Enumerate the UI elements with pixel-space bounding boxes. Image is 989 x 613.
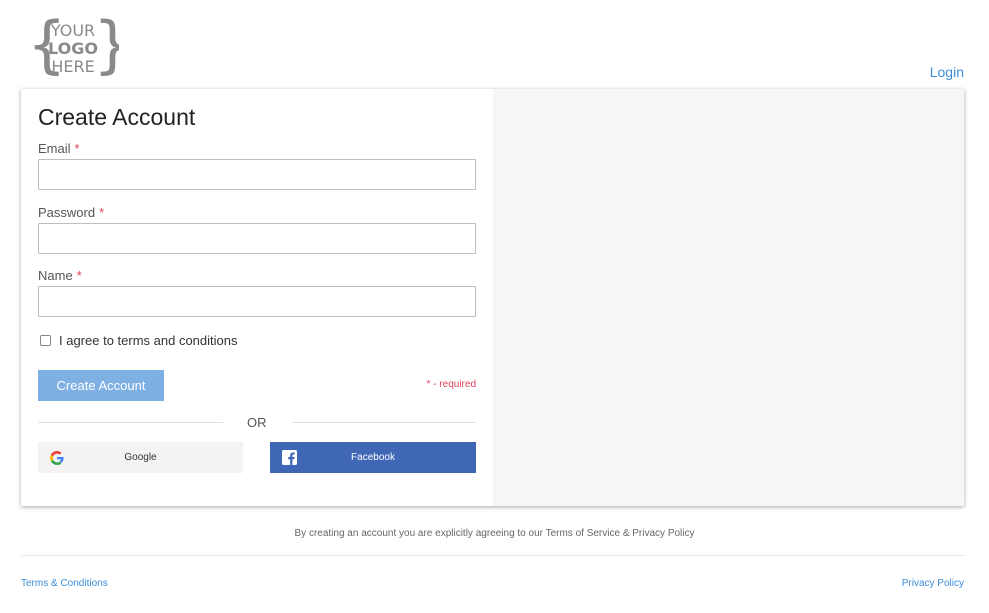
- password-field[interactable]: [38, 223, 476, 254]
- signup-form: Create Account Email * Password * Name * I …: [21, 89, 493, 506]
- page: { } YOUR LOGO HERE Login Create Account …: [0, 0, 989, 613]
- name-label-text: Name: [38, 268, 73, 283]
- agreement-text: By creating an account you are explicitl…: [294, 528, 695, 539]
- email-field[interactable]: [38, 159, 476, 190]
- divider-right: [292, 422, 476, 423]
- required-marker: *: [74, 141, 80, 156]
- signup-card: Create Account Email * Password * Name * I …: [21, 89, 964, 506]
- or-divider-label: OR: [247, 415, 267, 430]
- footer-divider: [21, 555, 964, 556]
- email-label-text: Email: [38, 141, 71, 156]
- privacy-policy-link[interactable]: Privacy Policy: [902, 578, 964, 589]
- divider-left: [38, 422, 223, 423]
- svg-text:YOUR: YOUR: [50, 21, 95, 40]
- facebook-button-label: Facebook: [351, 452, 395, 463]
- password-label: Password *: [38, 205, 104, 220]
- create-account-button[interactable]: Create Account: [38, 370, 164, 401]
- facebook-signup-button[interactable]: Facebook: [270, 442, 476, 473]
- svg-text:HERE: HERE: [51, 57, 94, 76]
- google-button-label: Google: [124, 452, 157, 463]
- page-title: Create Account: [38, 104, 196, 130]
- company-logo: { } YOUR LOGO HERE: [27, 14, 119, 80]
- password-label-text: Password: [38, 205, 96, 220]
- name-field[interactable]: [38, 286, 476, 317]
- svg-text:LOGO: LOGO: [48, 39, 98, 58]
- terms-link[interactable]: Terms & Conditions: [21, 578, 108, 589]
- facebook-icon: [282, 450, 297, 465]
- agree-label: I agree to terms and conditions: [59, 333, 238, 348]
- required-marker: *: [99, 205, 105, 220]
- email-label: Email *: [38, 141, 80, 156]
- google-signup-button[interactable]: Google: [38, 442, 243, 473]
- required-note: * - required: [426, 379, 476, 390]
- name-label: Name *: [38, 268, 82, 283]
- agree-checkbox[interactable]: [40, 335, 51, 346]
- login-link[interactable]: Login: [930, 64, 964, 80]
- required-marker: *: [76, 268, 82, 283]
- google-icon: [50, 451, 64, 465]
- agree-row: I agree to terms and conditions: [40, 333, 238, 348]
